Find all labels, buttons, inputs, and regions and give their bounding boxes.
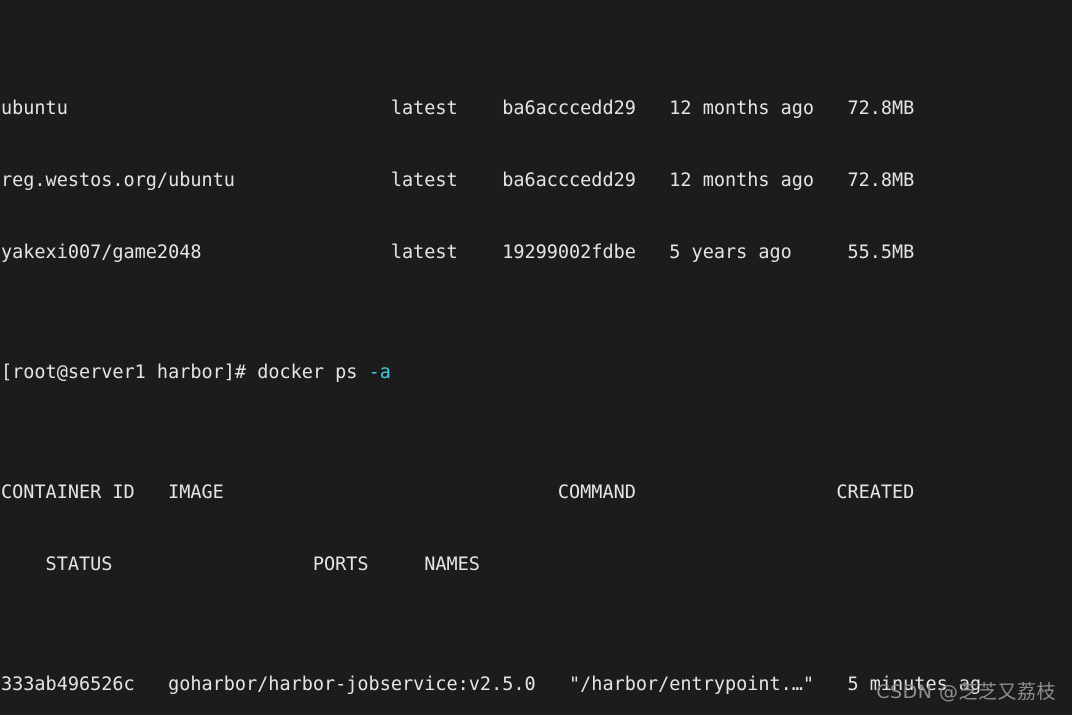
ps-row-text: 333ab496526c goharbor/harbor-jobservice:… (1, 674, 982, 695)
ps-table-header-line-1: CONTAINER ID IMAGE COMMAND CREATED (1, 481, 981, 505)
table-row: 333ab496526c goharbor/harbor-jobservice:… (1, 673, 981, 697)
command-line-docker-ps[interactable]: [root@server1 harbor]# docker ps -a (1, 361, 981, 385)
terminal-screen[interactable]: ubuntu latest ba6acccedd29 12 months ago… (0, 0, 981, 715)
ps-header-text: CONTAINER ID IMAGE COMMAND CREATED (1, 482, 915, 503)
images-row-text: yakexi007/game2048 latest 19299002fdbe 5… (1, 242, 915, 263)
images-row-text: reg.westos.org/ubuntu latest ba6acccedd2… (1, 170, 915, 191)
command-flag: -a (368, 362, 391, 383)
images-row: ubuntu latest ba6acccedd29 12 months ago… (1, 97, 981, 121)
shell-prompt: [root@server1 harbor]# (1, 362, 258, 383)
terminal-window[interactable]: ubuntu latest ba6acccedd29 12 months ago… (0, 0, 1072, 715)
ps-header-text: STATUS PORTS NAMES (1, 554, 480, 575)
command-name: docker ps (257, 362, 369, 383)
ps-table-header-line-2: STATUS PORTS NAMES (1, 553, 981, 577)
images-row: reg.westos.org/ubuntu latest ba6acccedd2… (1, 169, 981, 193)
images-row-text: ubuntu latest ba6acccedd29 12 months ago… (1, 98, 915, 119)
images-row: yakexi007/game2048 latest 19299002fdbe 5… (1, 241, 981, 265)
